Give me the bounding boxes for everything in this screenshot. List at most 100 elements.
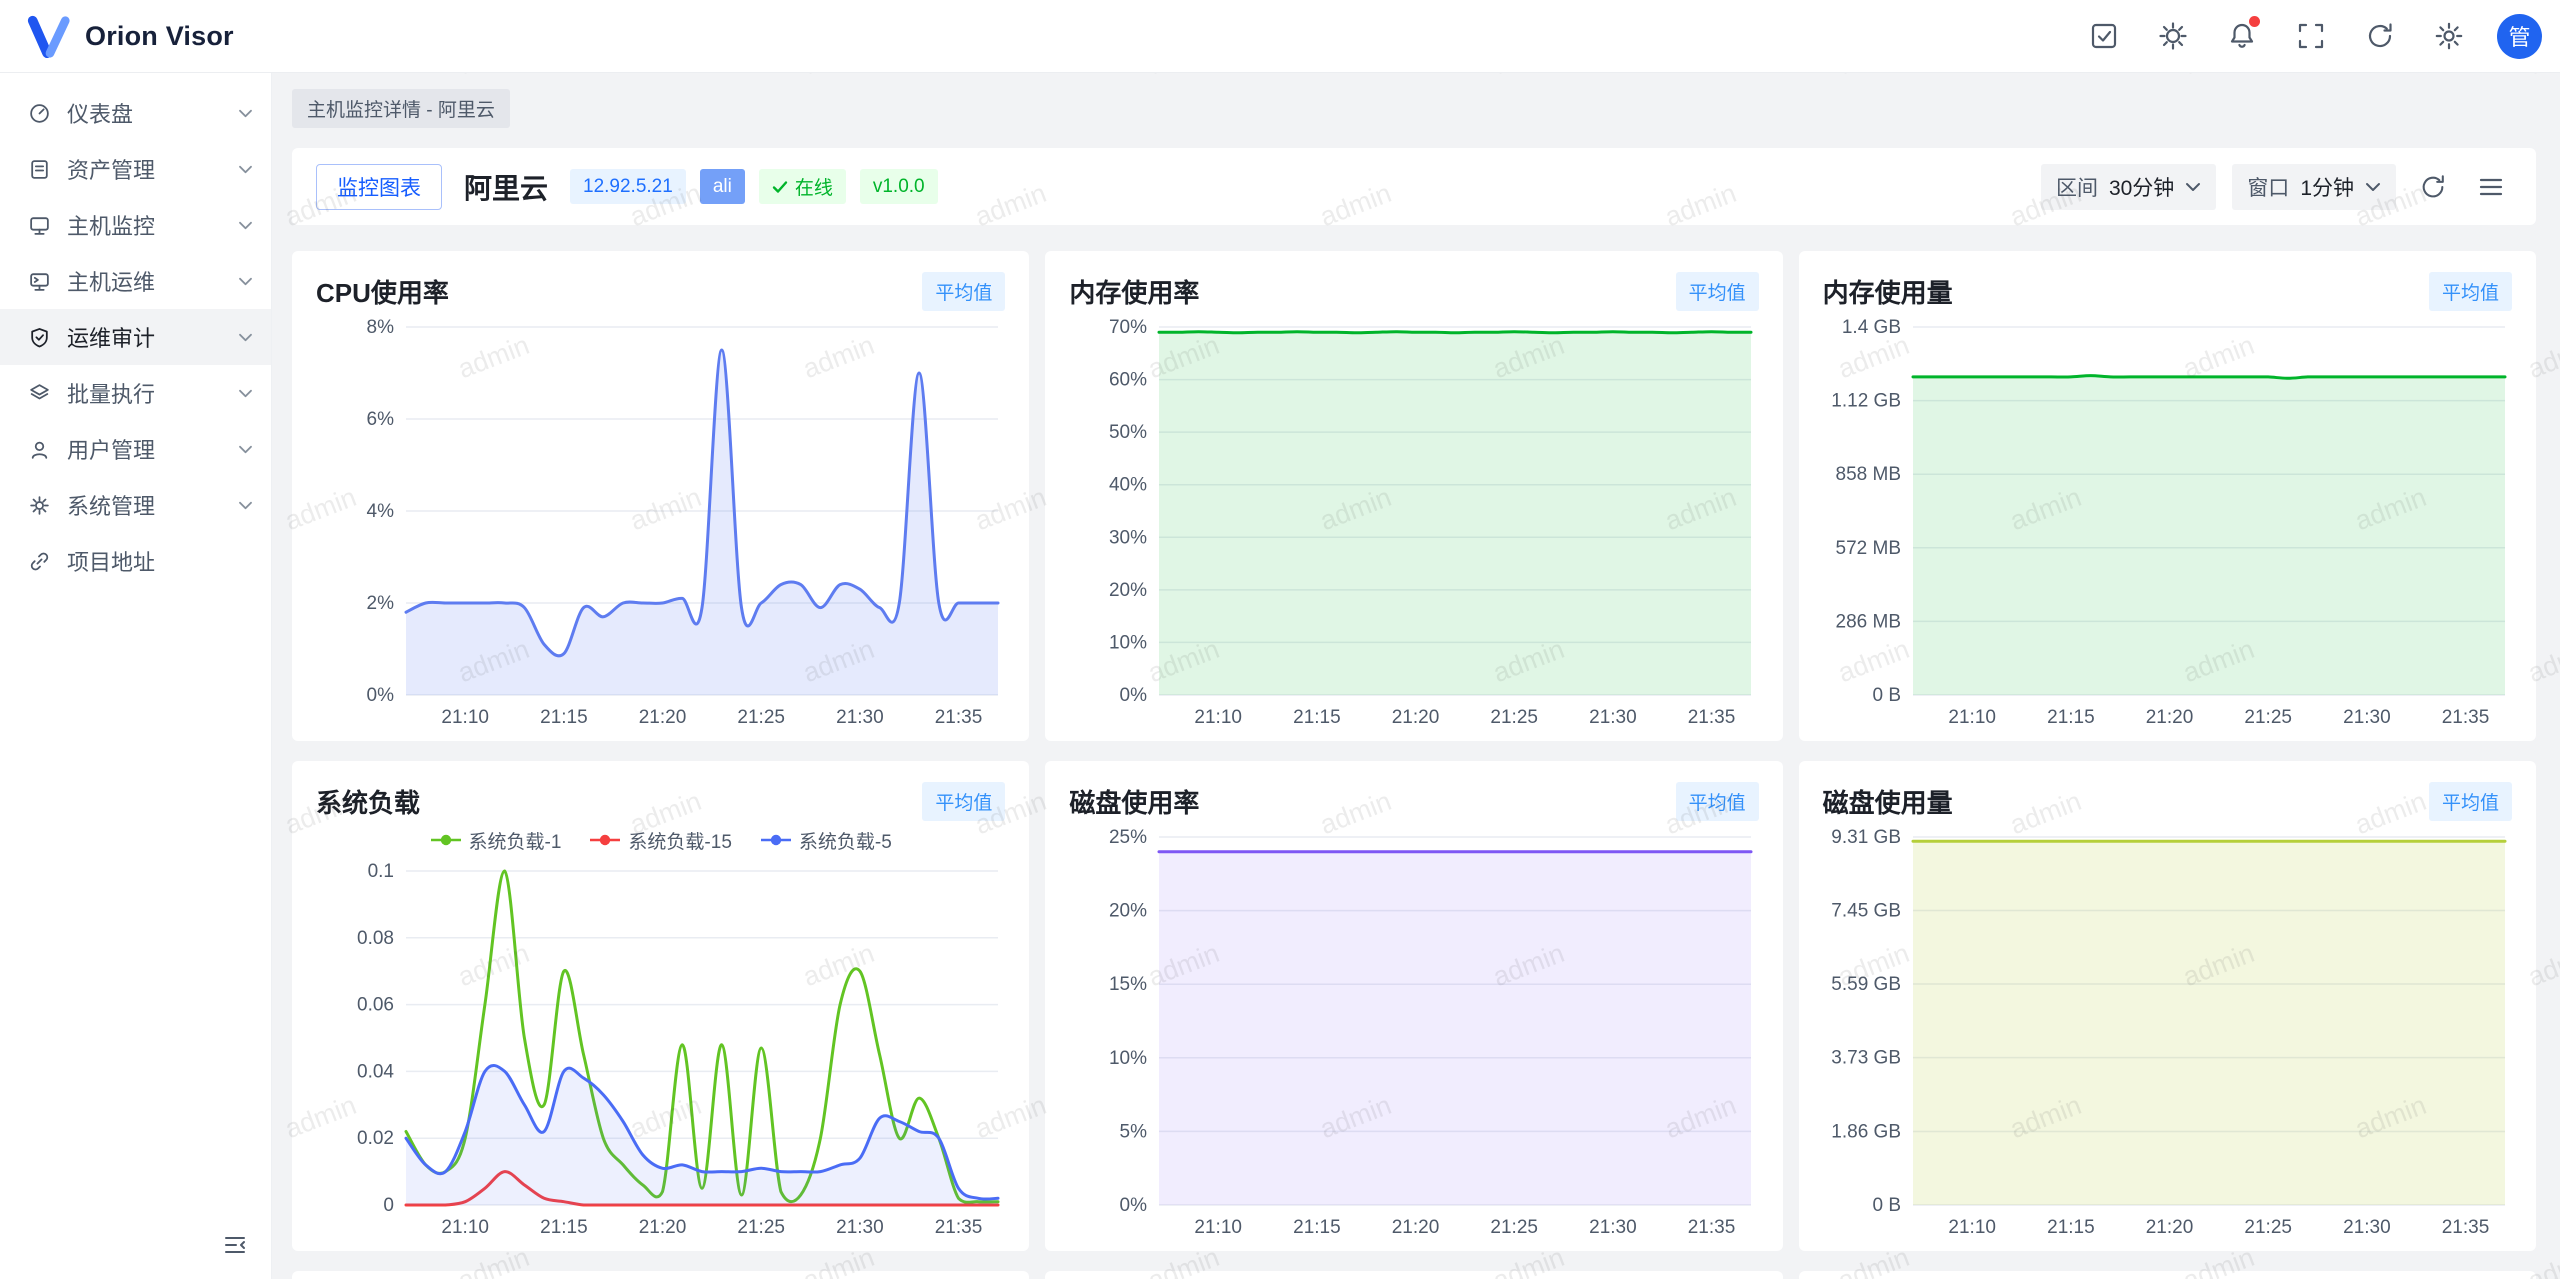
chart-head: CPU使用率 平均值 bbox=[316, 269, 1005, 313]
audit-icon bbox=[28, 326, 51, 349]
sidebar-item-label: 主机运维 bbox=[67, 265, 155, 297]
system-icon bbox=[28, 494, 51, 517]
chart-legend: 系统负载-1 系统负载-15 系统负载-5 bbox=[316, 823, 1005, 857]
chevron-down-icon bbox=[2185, 181, 2201, 193]
window-label: 窗口 bbox=[2247, 172, 2289, 202]
sidebar-item-system[interactable]: 系统管理 bbox=[0, 477, 271, 533]
chart-layout-menu-icon[interactable] bbox=[2470, 166, 2512, 208]
chart-plot[interactable]: 0%5%10%15%20%25%21:1021:1521:2021:2521:3… bbox=[1069, 823, 1759, 1241]
chart-card: 内存使用率 平均值 0%10%20%30%40%50%60%70%21:1021… bbox=[1045, 251, 1782, 741]
refresh-icon[interactable] bbox=[2359, 15, 2401, 57]
host-tags: 12.92.5.21ali在线v1.0.0 bbox=[570, 169, 938, 204]
link-icon bbox=[28, 550, 51, 573]
range-select[interactable]: 区间 30分钟 bbox=[2041, 164, 2216, 210]
svg-text:0%: 0% bbox=[367, 685, 395, 706]
chart-card: 内存使用量 平均值 0 B286 MB572 MB858 MB1.12 GB1.… bbox=[1799, 251, 2536, 741]
range-value: 30分钟 bbox=[2109, 172, 2174, 202]
svg-text:21:30: 21:30 bbox=[2343, 707, 2391, 728]
svg-text:21:10: 21:10 bbox=[1195, 1217, 1243, 1238]
svg-text:21:10: 21:10 bbox=[1948, 707, 1996, 728]
svg-text:7.45 GB: 7.45 GB bbox=[1831, 901, 1901, 922]
sidebar-item-batch[interactable]: 批量执行 bbox=[0, 365, 271, 421]
svg-text:21:30: 21:30 bbox=[836, 1217, 884, 1238]
average-badge[interactable]: 平均值 bbox=[1676, 782, 1759, 821]
svg-text:5%: 5% bbox=[1120, 1121, 1148, 1142]
breadcrumb[interactable]: 主机监控详情 - 阿里云 bbox=[292, 89, 510, 128]
legend-item[interactable]: 系统负载-1 bbox=[430, 827, 562, 854]
sidebar-item-users[interactable]: 用户管理 bbox=[0, 421, 271, 477]
svg-text:0.04: 0.04 bbox=[357, 1061, 394, 1082]
sidebar-item-link[interactable]: 项目地址 bbox=[0, 533, 271, 589]
app-root: Orion Visor bbox=[0, 0, 2560, 1279]
sidebar-item-label: 仪表盘 bbox=[67, 97, 133, 129]
refresh-charts-icon[interactable] bbox=[2412, 166, 2454, 208]
svg-text:0.06: 0.06 bbox=[357, 995, 394, 1016]
legend-item[interactable]: 系统负载-5 bbox=[760, 827, 892, 854]
legend-marker bbox=[760, 834, 792, 846]
breadcrumb-row: 主机监控详情 - 阿里云 bbox=[272, 73, 2560, 128]
topbar-actions: 管 bbox=[2083, 14, 2542, 59]
gear-icon[interactable] bbox=[2428, 15, 2470, 57]
chart-title: 内存使用率 bbox=[1069, 273, 1199, 310]
bell-icon[interactable] bbox=[2221, 15, 2263, 57]
svg-text:21:35: 21:35 bbox=[935, 707, 983, 728]
svg-text:21:20: 21:20 bbox=[639, 1217, 687, 1238]
svg-text:572 MB: 572 MB bbox=[1835, 538, 1900, 559]
svg-text:21:20: 21:20 bbox=[1392, 1217, 1440, 1238]
avatar-text: 管 bbox=[2508, 20, 2530, 52]
average-badge[interactable]: 平均值 bbox=[922, 782, 1005, 821]
host-tag: v1.0.0 bbox=[860, 169, 938, 204]
svg-text:21:10: 21:10 bbox=[1948, 1217, 1996, 1238]
chart-plot[interactable]: 0%2%4%6%8%21:1021:1521:2021:2521:3021:35 bbox=[316, 313, 1006, 731]
average-badge[interactable]: 平均值 bbox=[1676, 272, 1759, 311]
user-avatar[interactable]: 管 bbox=[2497, 14, 2542, 59]
svg-text:0 B: 0 B bbox=[1872, 685, 1901, 706]
svg-text:21:30: 21:30 bbox=[836, 707, 884, 728]
sidebar-item-assets[interactable]: 资产管理 bbox=[0, 141, 271, 197]
sidebar-item-audit[interactable]: 运维审计 bbox=[0, 309, 271, 365]
notification-badge bbox=[2249, 16, 2260, 27]
chevron-down-icon bbox=[238, 108, 253, 119]
chart-plot[interactable]: 00.020.040.060.080.121:1021:1521:2021:25… bbox=[316, 857, 1006, 1241]
sidebar-collapse-icon[interactable] bbox=[215, 1225, 255, 1265]
average-badge[interactable]: 平均值 bbox=[2429, 782, 2512, 821]
chart-title: 磁盘使用率 bbox=[1069, 783, 1199, 820]
fullscreen-icon[interactable] bbox=[2290, 15, 2332, 57]
chevron-down-icon bbox=[238, 164, 253, 175]
legend-item[interactable]: 系统负载-15 bbox=[589, 827, 731, 854]
chart-plot[interactable]: 0 B1.86 GB3.73 GB5.59 GB7.45 GB9.31 GB21… bbox=[1823, 823, 2513, 1241]
svg-text:0.1: 0.1 bbox=[368, 861, 394, 882]
svg-text:21:25: 21:25 bbox=[1491, 1217, 1539, 1238]
brand-name: Orion Visor bbox=[85, 21, 234, 52]
svg-text:21:20: 21:20 bbox=[2145, 707, 2193, 728]
svg-text:21:25: 21:25 bbox=[737, 707, 785, 728]
todo-check-icon[interactable] bbox=[2083, 15, 2125, 57]
svg-text:10%: 10% bbox=[1109, 632, 1147, 653]
brand[interactable]: Orion Visor bbox=[26, 13, 234, 59]
average-badge[interactable]: 平均值 bbox=[2429, 272, 2512, 311]
svg-text:21:35: 21:35 bbox=[1688, 707, 1736, 728]
svg-text:70%: 70% bbox=[1109, 317, 1147, 338]
sidebar-item-dashboard[interactable]: 仪表盘 bbox=[0, 85, 271, 141]
svg-text:21:15: 21:15 bbox=[2047, 707, 2095, 728]
sidebar-item-host-ops[interactable]: 主机运维 bbox=[0, 253, 271, 309]
host-tag: 在线 bbox=[759, 169, 846, 204]
sidebar-item-label: 资产管理 bbox=[67, 153, 155, 185]
svg-text:0%: 0% bbox=[1120, 1195, 1148, 1216]
host-monitor-icon bbox=[28, 214, 51, 237]
window-select[interactable]: 窗口 1分钟 bbox=[2232, 164, 2396, 210]
chevron-down-icon bbox=[238, 388, 253, 399]
svg-text:10%: 10% bbox=[1109, 1048, 1147, 1069]
chart-plot[interactable]: 0 B286 MB572 MB858 MB1.12 GB1.4 GB21:102… bbox=[1823, 313, 2513, 731]
host-name: 阿里云 bbox=[464, 167, 548, 207]
svg-text:1.12 GB: 1.12 GB bbox=[1831, 391, 1901, 412]
monitor-chart-button[interactable]: 监控图表 bbox=[316, 164, 442, 210]
svg-text:858 MB: 858 MB bbox=[1835, 464, 1900, 485]
brightness-icon[interactable] bbox=[2152, 15, 2194, 57]
svg-text:21:35: 21:35 bbox=[2441, 707, 2489, 728]
sidebar-item-host-monitor[interactable]: 主机监控 bbox=[0, 197, 271, 253]
legend-marker bbox=[589, 834, 621, 846]
chart-head: 磁盘使用量 平均值 bbox=[1823, 779, 2512, 823]
average-badge[interactable]: 平均值 bbox=[922, 272, 1005, 311]
chart-plot[interactable]: 0%10%20%30%40%50%60%70%21:1021:1521:2021… bbox=[1069, 313, 1759, 731]
